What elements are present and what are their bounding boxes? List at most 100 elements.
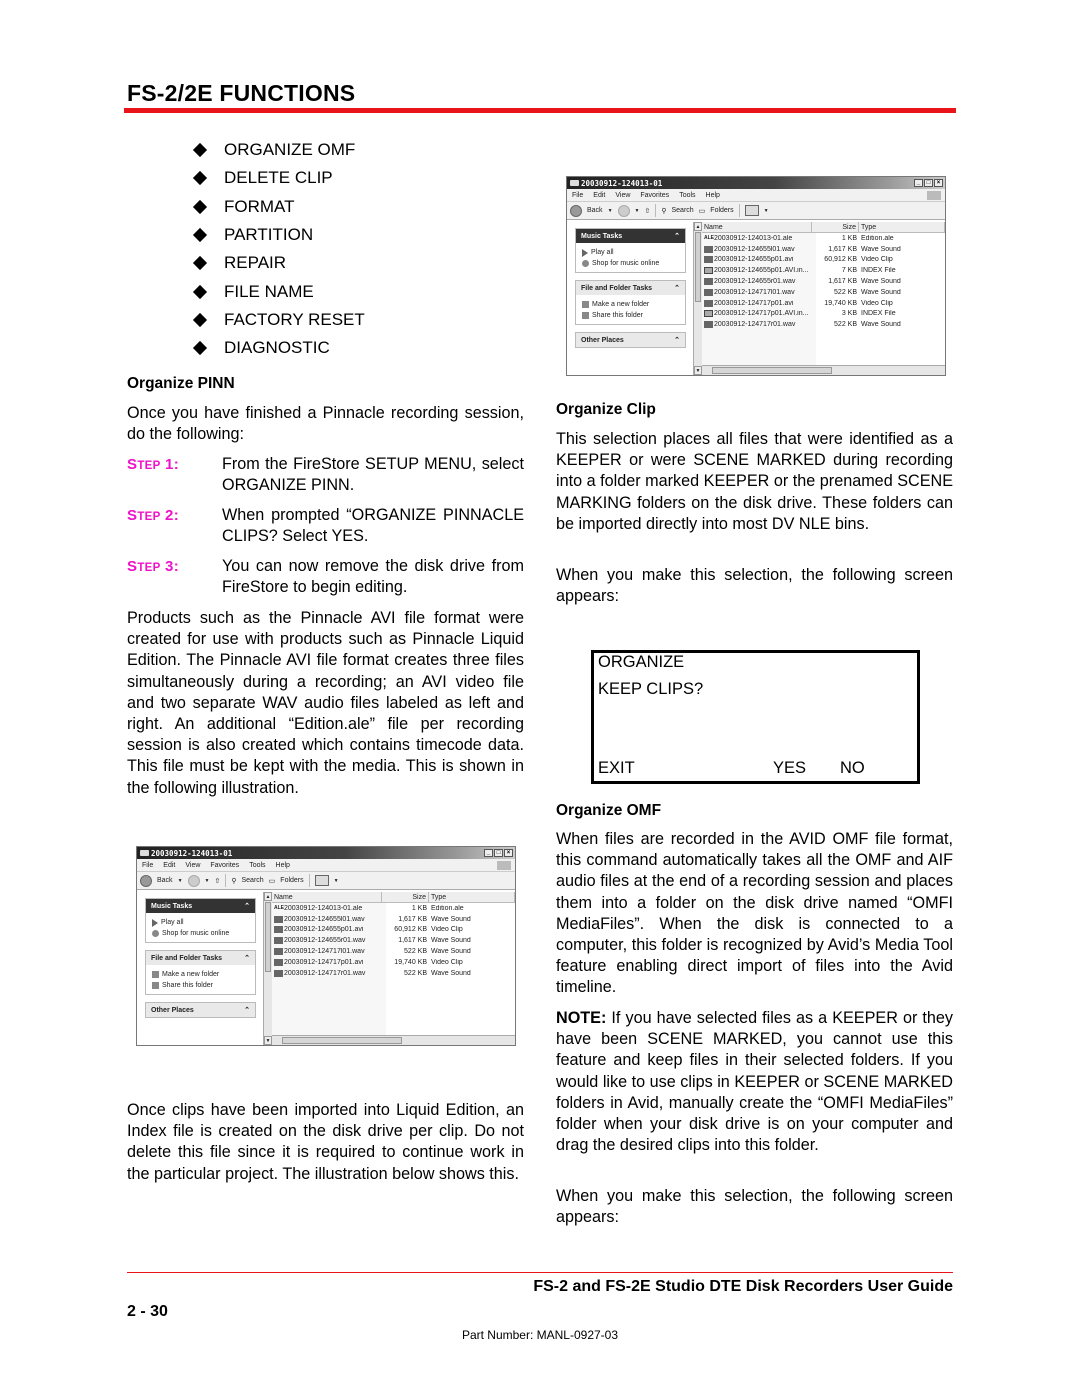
- explorer-screenshot-left: 20030912-124013-01 _ □ × File Edit View Fav…: [136, 846, 516, 1046]
- lcd-exit-option[interactable]: EXIT: [598, 759, 635, 778]
- organize-pinn-heading: Organize PINN: [127, 375, 235, 392]
- make-new-folder-link[interactable]: Make a new folder: [582, 299, 680, 310]
- play-all-link[interactable]: Play all: [582, 247, 680, 258]
- menu-item-edit[interactable]: Edit: [163, 862, 175, 869]
- back-arrow-icon[interactable]: [140, 874, 152, 887]
- forward-arrow-icon[interactable]: [617, 204, 630, 217]
- menu-item-favorites[interactable]: Favorites: [640, 192, 669, 199]
- file-row[interactable]: 20030912-124655l01.wav 1,617 KB Wave Sou…: [702, 244, 945, 255]
- note-text: If you have selected files as a KEEPER o…: [556, 1009, 953, 1155]
- scroll-thumb: [265, 902, 271, 972]
- file-row[interactable]: 20030912-124717p01.avi 19,740 KB Video C…: [272, 957, 515, 968]
- file-row[interactable]: 20030912-124655p01.avi 60,912 KB Video C…: [272, 925, 515, 936]
- step-text: You can now remove the disk drive from F…: [222, 557, 524, 597]
- task-pane-scrollbar[interactable]: ▲ ▼: [693, 222, 702, 375]
- minimize-button[interactable]: _: [914, 179, 923, 187]
- file-size: 522 KB: [834, 321, 857, 329]
- make-new-folder-link[interactable]: Make a new folder: [152, 969, 250, 980]
- minimize-button[interactable]: _: [484, 849, 493, 857]
- wav-file-icon: [704, 321, 713, 329]
- file-row[interactable]: ALE 20030912-124013-01.ale 1 KB Edition.a…: [272, 903, 515, 914]
- window-titlebar: 20030912-124013-01 _ □ ×: [567, 177, 945, 189]
- list-item: DELETE CLIP: [192, 164, 365, 192]
- file-row[interactable]: 20030912-124717p01.avi 19,740 KB Video C…: [702, 298, 945, 309]
- file-row[interactable]: 20030912-124717r01.wav 522 KB Wave Sound: [702, 319, 945, 330]
- share-folder-link[interactable]: Share this folder: [152, 980, 250, 991]
- up-folder-icon[interactable]: ⇧: [644, 207, 650, 215]
- up-folder-icon[interactable]: ⇧: [214, 877, 220, 885]
- back-button[interactable]: Back: [157, 877, 173, 884]
- menu-item-view[interactable]: View: [615, 192, 630, 199]
- file-type: Wave Sound: [861, 288, 901, 296]
- organize-clip-heading: Organize Clip: [556, 401, 656, 418]
- file-type: Wave Sound: [861, 321, 901, 329]
- diamond-bullet-icon: [192, 284, 208, 299]
- file-row[interactable]: 20030912-124717p01.AVI.in... 3 KB INDEX …: [702, 309, 945, 320]
- function-list: ORGANIZE OMF DELETE CLIP FORMAT PARTITIO…: [192, 136, 365, 362]
- forward-arrow-icon[interactable]: [187, 874, 200, 887]
- diamond-bullet-icon: [192, 227, 208, 243]
- file-row[interactable]: 20030912-124655r01.wav 1,617 KB Wave Sou…: [272, 935, 515, 946]
- menu-item-file[interactable]: File: [572, 192, 583, 199]
- column-type[interactable]: Type: [429, 892, 515, 902]
- file-name: 20030912-124013-01.ale: [714, 234, 793, 242]
- file-row[interactable]: 20030912-124655p01.avi 60,912 KB Video C…: [702, 255, 945, 266]
- column-type[interactable]: Type: [859, 222, 945, 232]
- file-name: 20030912-124655p01.AVI.in...: [714, 267, 809, 275]
- file-row[interactable]: 20030912-124655l01.wav 1,617 KB Wave Sou…: [272, 914, 515, 925]
- folders-button[interactable]: Folders: [710, 207, 733, 214]
- file-row[interactable]: 20030912-124717l01.wav 522 KB Wave Sound: [272, 946, 515, 957]
- menu-item-edit[interactable]: Edit: [593, 192, 605, 199]
- menu-item-tools[interactable]: Tools: [249, 862, 265, 869]
- collapse-icon: ⌃: [674, 337, 680, 344]
- play-all-link[interactable]: Play all: [152, 917, 250, 928]
- play-icon: [582, 248, 588, 257]
- file-row[interactable]: ALE 20030912-124013-01.ale 1 KB Edition.a…: [702, 233, 945, 244]
- file-row[interactable]: 20030912-124655r01.wav 1,617 KB Wave Sou…: [702, 276, 945, 287]
- file-row[interactable]: 20030912-124655p01.AVI.in... 7 KB INDEX …: [702, 265, 945, 276]
- file-size: 1 KB: [411, 904, 427, 912]
- menu-item-view[interactable]: View: [185, 862, 200, 869]
- horizontal-scrollbar[interactable]: [702, 365, 945, 375]
- globe-icon: [582, 260, 589, 267]
- file-size: 522 KB: [834, 288, 857, 296]
- shop-music-link[interactable]: Shop for music online: [152, 928, 250, 939]
- list-item: ORGANIZE OMF: [192, 136, 365, 164]
- column-name[interactable]: Name: [702, 222, 812, 232]
- column-size[interactable]: Size: [812, 222, 859, 232]
- file-type: Edition.ale: [861, 234, 894, 242]
- file-row[interactable]: 20030912-124717r01.wav 522 KB Wave Sound: [272, 968, 515, 979]
- file-row[interactable]: 20030912-124717l01.wav 522 KB Wave Sound: [702, 287, 945, 298]
- back-button[interactable]: Back: [587, 207, 603, 214]
- menu-item-favorites[interactable]: Favorites: [210, 862, 239, 869]
- scroll-up-icon: ▲: [264, 892, 272, 901]
- back-arrow-icon[interactable]: [570, 204, 582, 217]
- menu-item-file[interactable]: File: [142, 862, 153, 869]
- views-icon[interactable]: [744, 205, 759, 216]
- shop-music-link[interactable]: Shop for music online: [582, 258, 680, 269]
- horizontal-scrollbar[interactable]: [272, 1035, 515, 1045]
- lcd-yes-option[interactable]: YES: [773, 759, 806, 778]
- lcd-no-option[interactable]: NO: [840, 759, 865, 778]
- folders-button[interactable]: Folders: [280, 877, 303, 884]
- diamond-bullet-icon: [192, 312, 208, 327]
- file-type: INDEX File: [861, 310, 896, 318]
- views-icon[interactable]: [314, 875, 329, 886]
- menu-item-help[interactable]: Help: [276, 862, 290, 869]
- menu-item-tools[interactable]: Tools: [679, 192, 695, 199]
- search-button[interactable]: Search: [241, 877, 263, 884]
- close-button[interactable]: ×: [504, 849, 513, 857]
- menu-item-help[interactable]: Help: [706, 192, 720, 199]
- search-button[interactable]: Search: [671, 207, 693, 214]
- maximize-button[interactable]: □: [924, 179, 933, 187]
- step-text: From the FireStore SETUP MENU, select OR…: [222, 455, 524, 495]
- column-size[interactable]: Size: [382, 892, 429, 902]
- file-size: 1,617 KB: [828, 245, 857, 253]
- task-pane-scrollbar[interactable]: ▲ ▼: [263, 892, 272, 1045]
- close-button[interactable]: ×: [934, 179, 943, 187]
- toolbar: Back ▼ ▼ ⇧ ⚲ Search ▭ Folders ▼: [567, 202, 945, 220]
- share-folder-link[interactable]: Share this folder: [582, 310, 680, 321]
- maximize-button[interactable]: □: [494, 849, 503, 857]
- wav-file-icon: [274, 915, 283, 923]
- column-name[interactable]: Name: [272, 892, 382, 902]
